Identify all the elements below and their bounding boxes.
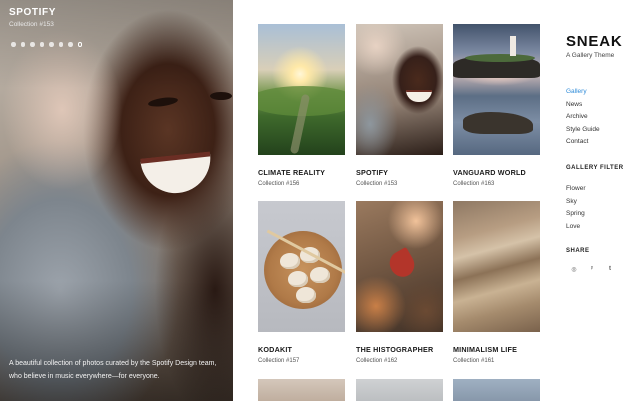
card-title[interactable]: THE HISTOGRAPHER	[356, 345, 443, 354]
hero-title: SPOTIFY	[9, 7, 56, 18]
card-subtitle: Collection #162	[356, 358, 398, 364]
nav-item-gallery[interactable]: Gallery	[566, 86, 600, 99]
card-thumbnail[interactable]	[356, 379, 443, 401]
gallery-card[interactable]: KODAKIT Collection #157	[258, 201, 345, 364]
thumbnail-detail	[463, 112, 533, 134]
share-links: ◎ ᵖ t	[570, 266, 614, 273]
gallery-filter-heading: GALLERY FILTER	[566, 165, 624, 171]
card-title[interactable]: VANGUARD WORLD	[453, 168, 540, 177]
slider-dot[interactable]	[11, 42, 16, 47]
filter-item-spring[interactable]: Spring	[566, 208, 586, 221]
card-thumbnail[interactable]	[356, 201, 443, 332]
nav-item-contact[interactable]: Contact	[566, 136, 600, 149]
thumbnail-detail	[288, 271, 308, 287]
thumbnail-detail	[465, 54, 535, 62]
thumbnail-detail	[406, 90, 432, 102]
hero-overlay	[0, 0, 233, 401]
gallery-card[interactable]: CLIMATE REALITY Collection #156	[258, 24, 345, 187]
instagram-icon[interactable]: ◎	[570, 266, 578, 273]
hero-subtitle: Collection #153	[9, 21, 54, 28]
tumblr-icon[interactable]: t	[606, 266, 614, 273]
card-subtitle: Collection #156	[258, 181, 300, 187]
slider-dot[interactable]	[49, 42, 54, 47]
card-subtitle: Collection #163	[453, 181, 495, 187]
card-title[interactable]: CLIMATE REALITY	[258, 168, 345, 177]
thumbnail-detail	[385, 246, 419, 282]
thumbnail-detail	[310, 267, 330, 283]
hero-slider[interactable]: SPOTIFY Collection #153 A beautiful coll…	[0, 0, 233, 401]
main-nav: Gallery News Archive Style Guide Contact	[566, 86, 600, 149]
slider-dot[interactable]	[58, 42, 63, 47]
card-subtitle: Collection #161	[453, 358, 495, 364]
card-title[interactable]: KODAKIT	[258, 345, 345, 354]
site-logo[interactable]: SNEAK	[566, 33, 623, 50]
site-tagline: A Gallery Theme	[566, 52, 615, 59]
slider-dot[interactable]	[30, 42, 35, 47]
card-title[interactable]: SPOTIFY	[356, 168, 443, 177]
slider-dot[interactable]	[39, 42, 44, 47]
slider-pagination	[11, 42, 82, 47]
slider-dot[interactable]	[20, 42, 25, 47]
card-thumbnail[interactable]	[258, 201, 345, 332]
nav-item-archive[interactable]: Archive	[566, 111, 600, 124]
gallery-card[interactable]: MINIMALISM LIFE Collection #161	[453, 201, 540, 364]
thumbnail-detail	[280, 253, 300, 269]
thumbnail-detail	[296, 287, 316, 303]
hero-description: A beautiful collection of photos curated…	[9, 360, 217, 380]
slider-dot[interactable]	[68, 42, 73, 47]
filter-item-sky[interactable]: Sky	[566, 196, 586, 209]
card-thumbnail[interactable]	[258, 379, 345, 401]
gallery-card[interactable]: THE HISTOGRAPHER Collection #162	[356, 201, 443, 364]
card-subtitle: Collection #157	[258, 358, 300, 364]
card-subtitle: Collection #153	[356, 181, 398, 187]
nav-item-style-guide[interactable]: Style Guide	[566, 124, 600, 137]
pinterest-icon[interactable]: ᵖ	[588, 266, 596, 273]
card-thumbnail[interactable]	[453, 379, 540, 401]
card-title[interactable]: MINIMALISM LIFE	[453, 345, 540, 354]
filter-item-flower[interactable]: Flower	[566, 183, 586, 196]
card-thumbnail[interactable]	[453, 24, 540, 155]
card-thumbnail[interactable]	[356, 24, 443, 155]
thumbnail-detail	[510, 36, 516, 56]
gallery-filter-list: Flower Sky Spring Love	[566, 183, 586, 233]
gallery-card[interactable]: SPOTIFY Collection #153	[356, 24, 443, 187]
card-thumbnail[interactable]	[453, 201, 540, 332]
gallery-card[interactable]: VANGUARD WORLD Collection #163	[453, 24, 540, 187]
share-heading: SHARE	[566, 248, 590, 254]
slider-dot-active[interactable]	[77, 42, 82, 47]
card-thumbnail[interactable]	[258, 24, 345, 155]
filter-item-love[interactable]: Love	[566, 221, 586, 234]
nav-item-news[interactable]: News	[566, 99, 600, 112]
